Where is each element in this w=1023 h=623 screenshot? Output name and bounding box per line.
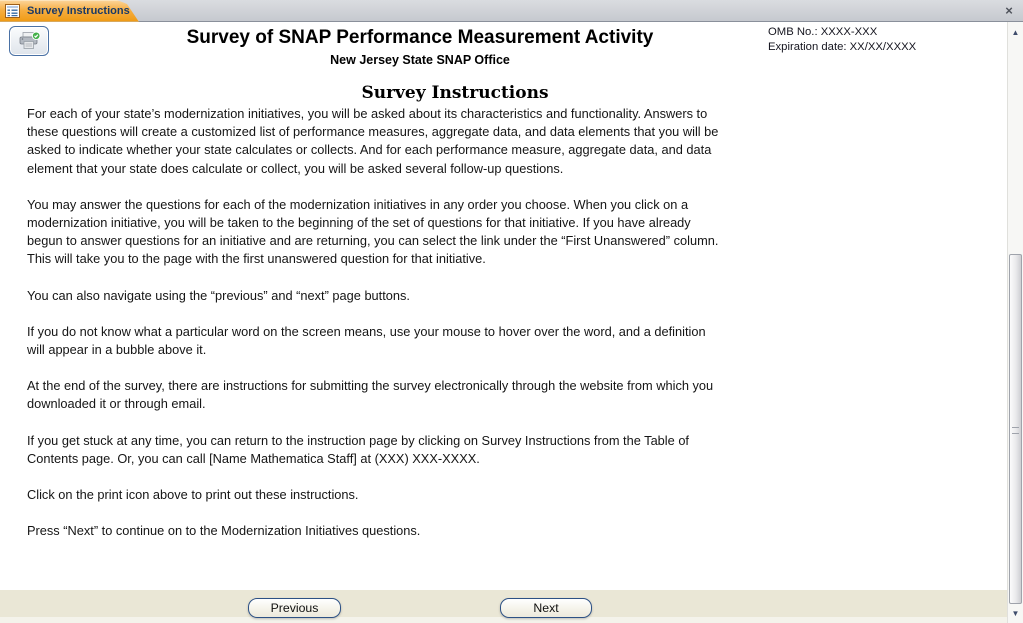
omb-number: OMB No.: XXXX-XXX	[768, 25, 916, 40]
tab-survey-instructions[interactable]: Survey Instructions	[0, 0, 139, 22]
footer-substrip	[0, 617, 1007, 623]
scrollbar-thumb[interactable]	[1009, 254, 1022, 604]
previous-button[interactable]: Previous	[248, 598, 341, 618]
instructions-paragraph: You can also navigate using the “previou…	[27, 287, 897, 305]
close-icon[interactable]: ×	[1000, 2, 1018, 20]
page-subtitle: New Jersey State SNAP Office	[0, 53, 840, 67]
scrollbar[interactable]: ▲ ▼	[1007, 22, 1023, 623]
tab-bar: Survey Instructions ×	[0, 0, 1023, 22]
instructions-paragraph: Press “Next” to continue on to the Moder…	[27, 522, 897, 540]
instructions-paragraph: You may answer the questions for each of…	[27, 196, 897, 269]
scrollbar-grip	[1012, 427, 1019, 434]
scroll-up-icon[interactable]: ▲	[1008, 28, 1023, 37]
tab-label: Survey Instructions	[27, 0, 130, 22]
instructions-text: For each of your state’s modernization i…	[27, 105, 897, 558]
instructions-paragraph: For each of your state’s modernization i…	[27, 105, 897, 178]
survey-window: Survey Instructions × Survey of SNAP Per…	[0, 0, 1023, 623]
omb-info: OMB No.: XXXX-XXX Expiration date: XX/XX…	[768, 25, 916, 55]
instructions-paragraph: At the end of the survey, there are inst…	[27, 377, 897, 413]
scroll-down-icon[interactable]: ▼	[1008, 609, 1023, 618]
instructions-paragraph: If you do not know what a particular wor…	[27, 323, 897, 359]
page-title: Survey of SNAP Performance Measurement A…	[0, 27, 840, 48]
form-icon	[5, 4, 20, 18]
next-button[interactable]: Next	[500, 598, 592, 618]
instructions-paragraph: Click on the print icon above to print o…	[27, 486, 897, 504]
section-heading: Survey Instructions	[0, 83, 910, 103]
expiration-date: Expiration date: XX/XX/XXXX	[768, 40, 916, 55]
instructions-paragraph: If you get stuck at any time, you can re…	[27, 432, 897, 468]
